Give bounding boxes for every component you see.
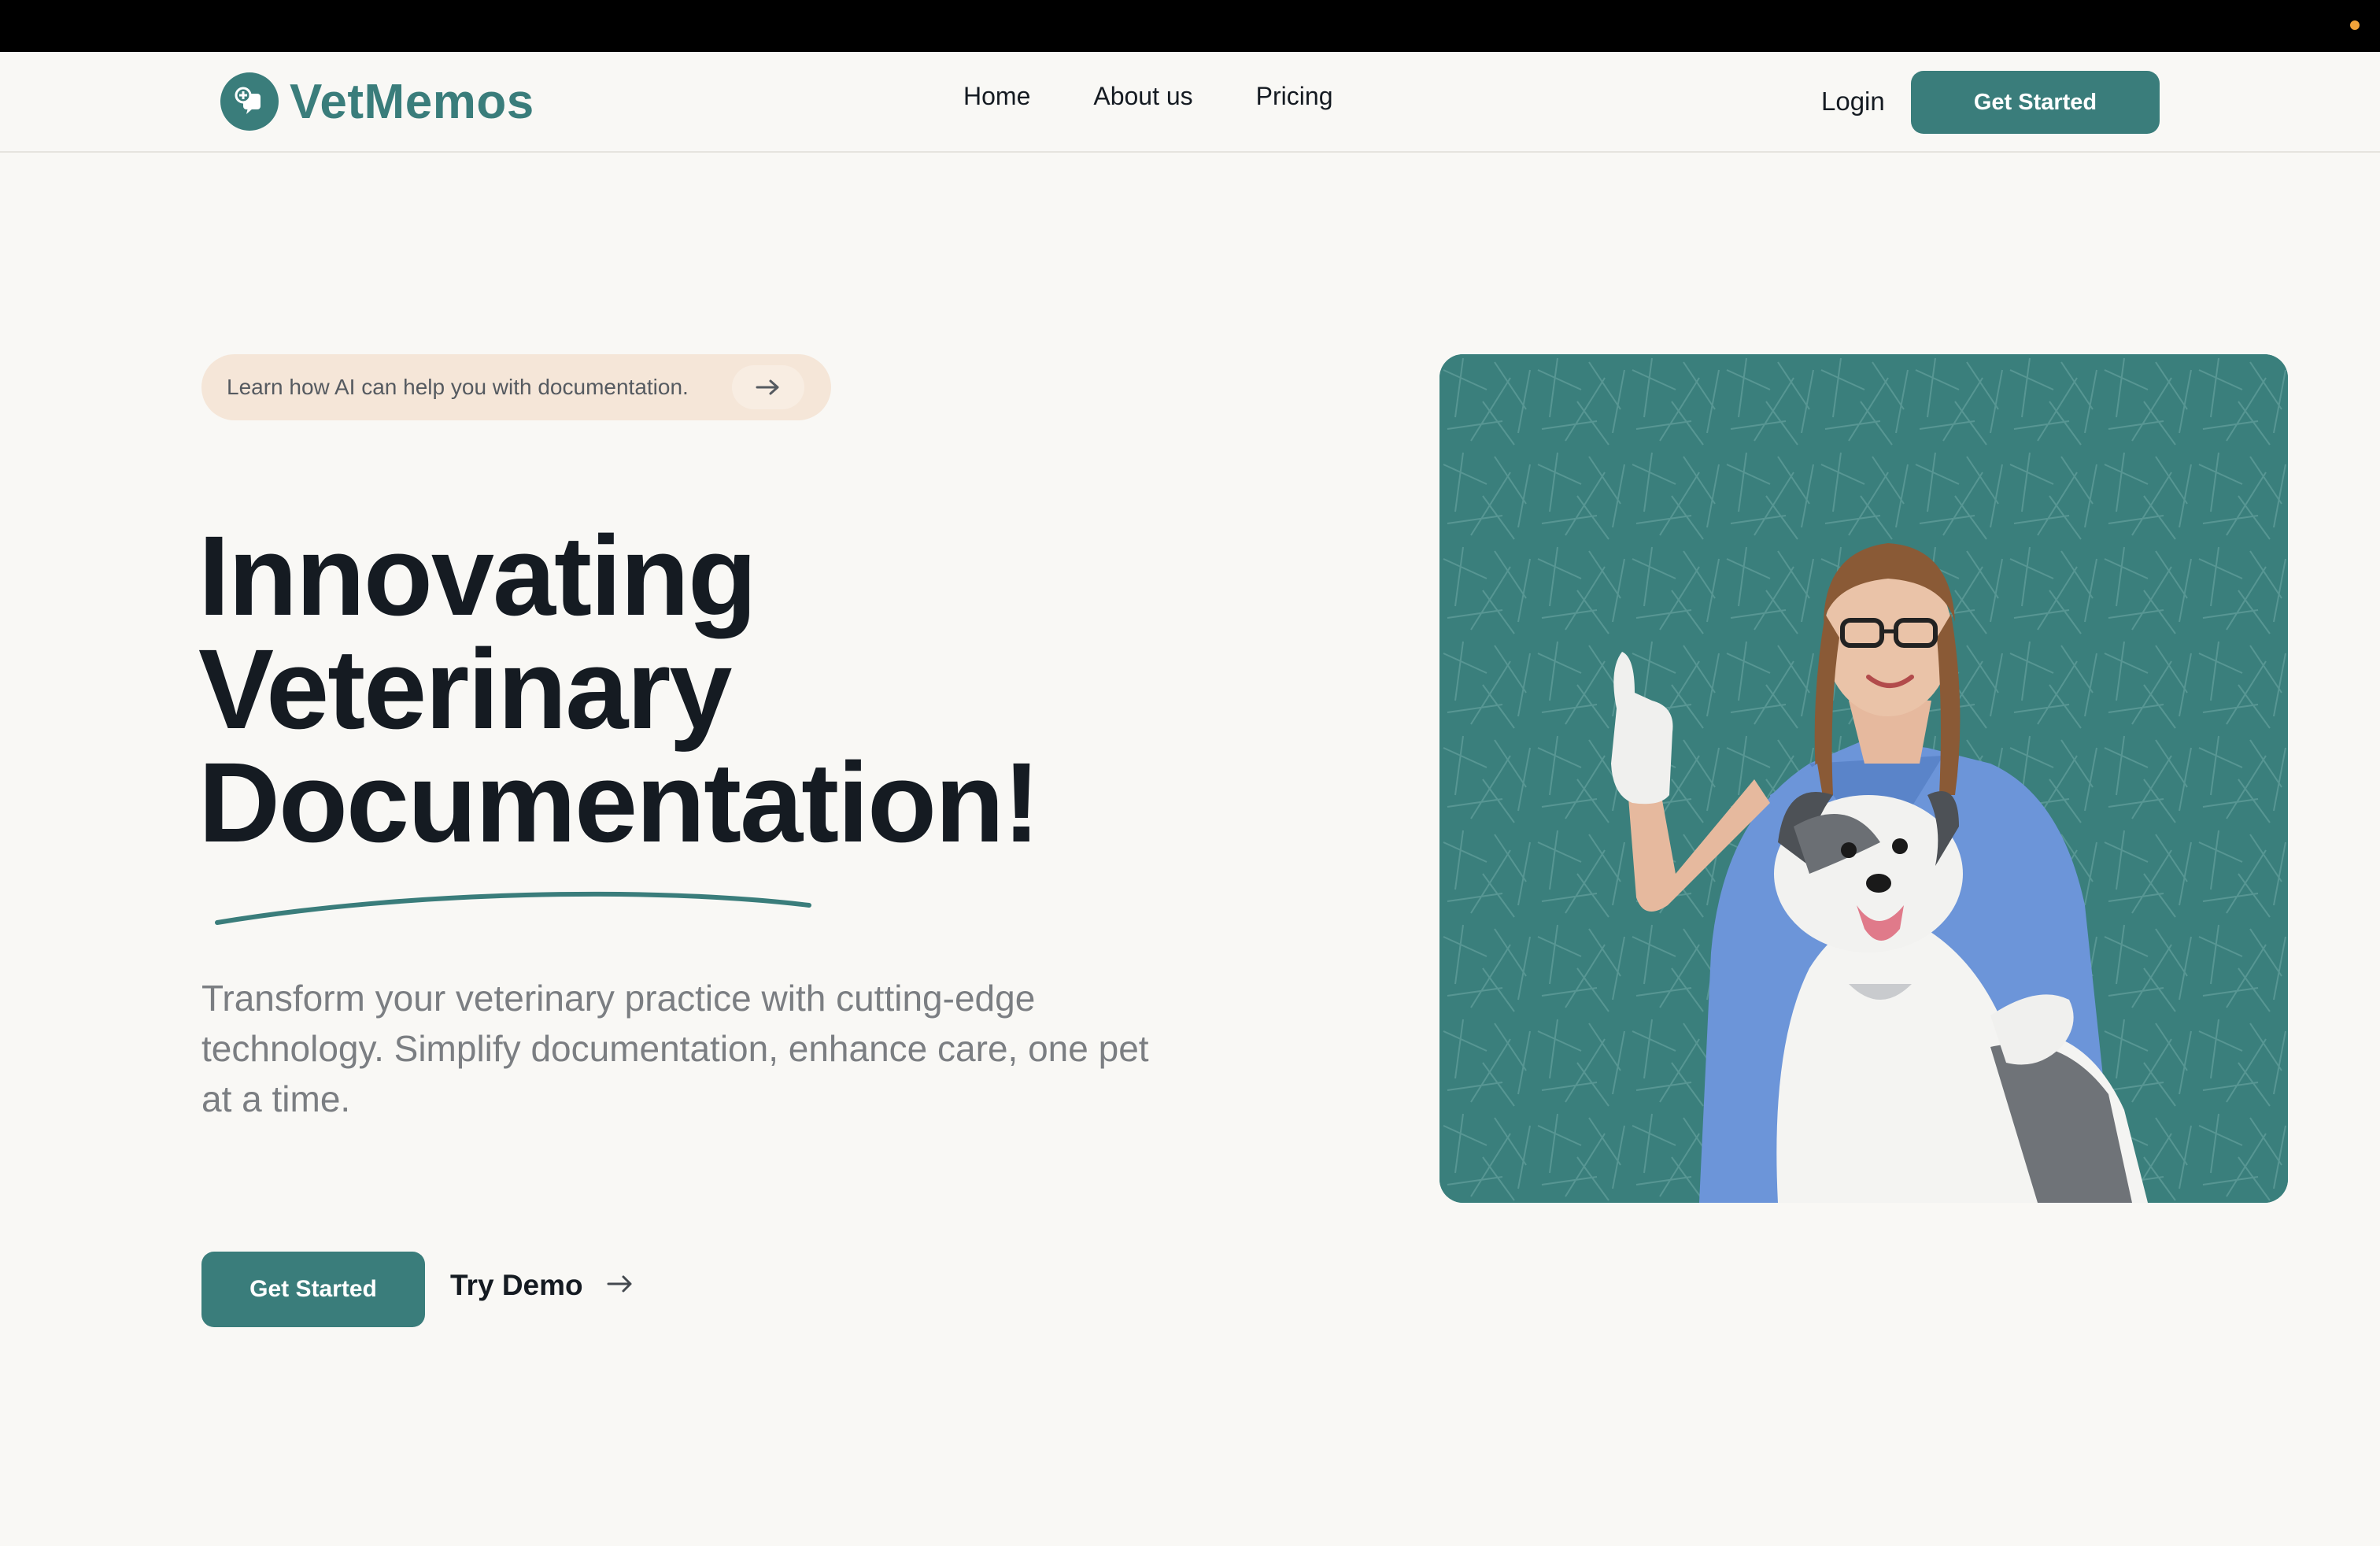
hero-image-veterinarian-dog (1439, 354, 2288, 1203)
chat-plus-icon (220, 72, 279, 131)
navbar: VetMemos Home About us Pricing Login Get… (0, 52, 2380, 153)
headline-line-1: Innovating (198, 512, 757, 639)
headline-line-3: Documentation! (198, 739, 1040, 866)
nav-about-us[interactable]: About us (1093, 82, 1192, 111)
system-top-bar (0, 0, 2380, 52)
nav-pricing[interactable]: Pricing (1256, 82, 1333, 111)
brand-name: VetMemos (290, 74, 534, 129)
headline-line-2: Veterinary (198, 626, 732, 753)
announcement-pill[interactable]: Learn how AI can help you with documenta… (201, 354, 831, 420)
status-dot (2350, 20, 2360, 30)
main-nav: Home About us Pricing (963, 82, 1332, 111)
try-demo-label: Try Demo (450, 1269, 583, 1301)
nav-get-started-button[interactable]: Get Started (1911, 71, 2160, 134)
headline-underline (215, 891, 811, 925)
arrow-right-icon (732, 365, 804, 409)
brand-logo-link[interactable]: VetMemos (220, 72, 534, 131)
announcement-text: Learn how AI can help you with documenta… (227, 375, 689, 399)
login-link[interactable]: Login (1821, 87, 1885, 117)
nav-home[interactable]: Home (963, 82, 1030, 111)
hero-get-started-button[interactable]: Get Started (201, 1252, 425, 1327)
try-demo-link[interactable]: Try Demo (450, 1269, 634, 1302)
hero-subtext: Transform your veterinary practice with … (201, 978, 1149, 1119)
arrow-right-icon (607, 1274, 634, 1298)
hero-headline: Innovating Veterinary Documentation! (198, 512, 1040, 866)
